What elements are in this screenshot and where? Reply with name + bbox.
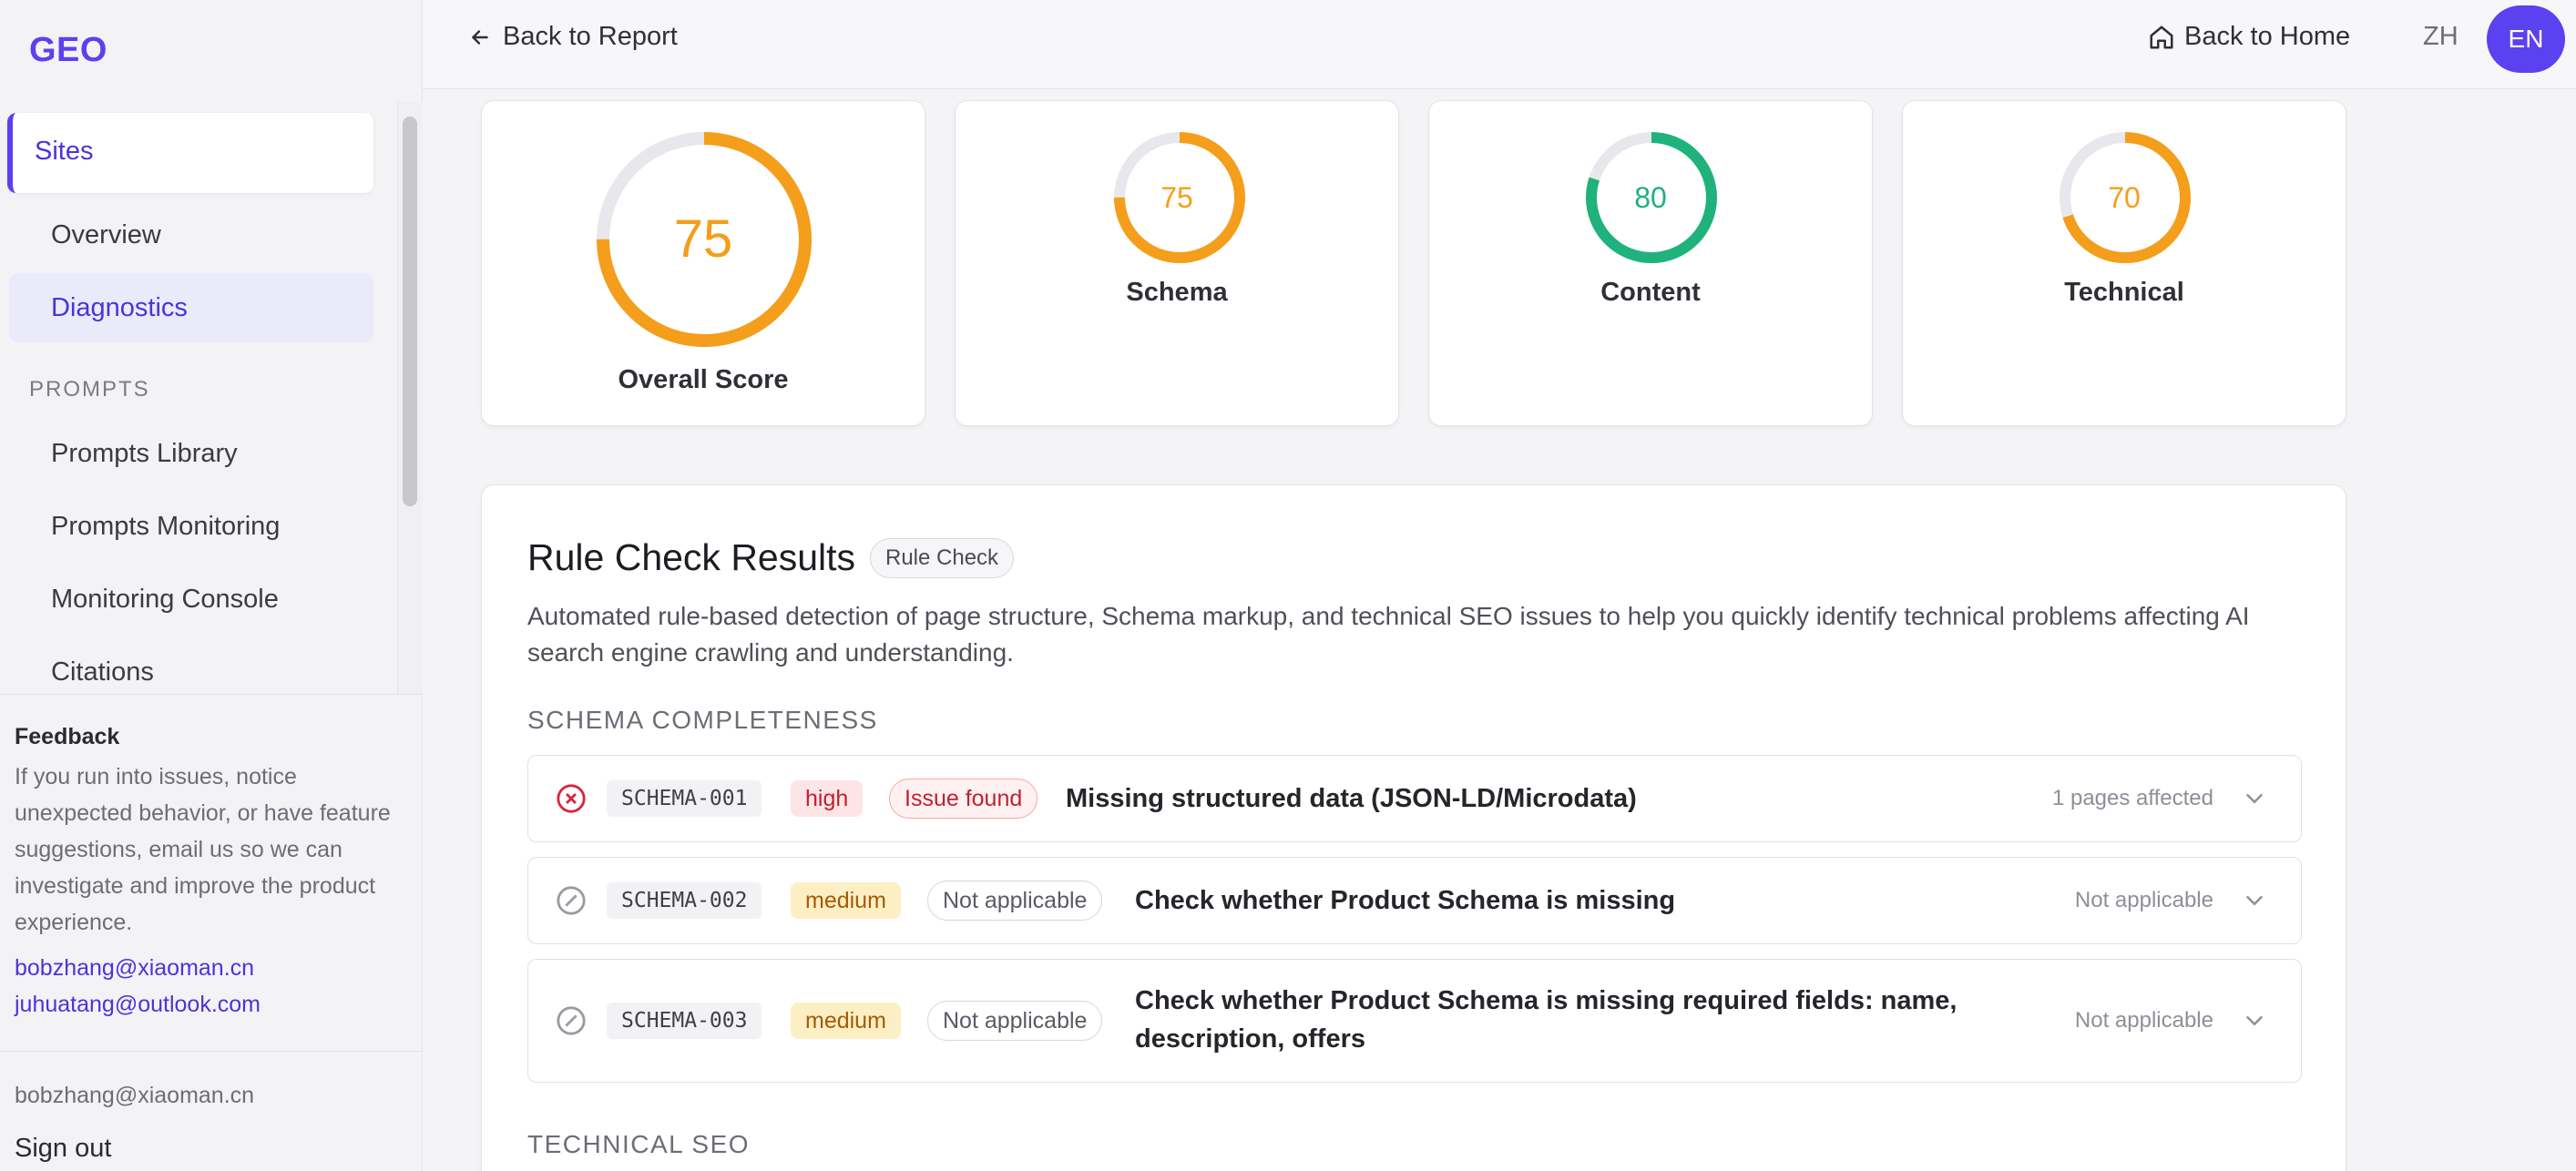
sidebar-item-prompts-library[interactable]: Prompts Library bbox=[51, 439, 238, 469]
account-email: bobzhang@xiaoman.cn bbox=[15, 1083, 255, 1108]
language-zh-button[interactable]: ZH bbox=[2423, 22, 2458, 52]
section-schema-completeness: SCHEMA COMPLETENESS bbox=[527, 706, 878, 734]
content-score-card: 80 Content bbox=[1428, 100, 1873, 426]
schema-score-value: 75 bbox=[1160, 181, 1193, 214]
home-icon bbox=[2150, 25, 2173, 48]
overall-score-label: Overall Score bbox=[618, 365, 789, 394]
sidebar-item-overview[interactable]: Overview bbox=[51, 220, 161, 250]
arrow-left-icon bbox=[472, 29, 488, 45]
top-bar: Back to Report Back to Home ZH EN bbox=[423, 0, 2576, 89]
feedback-text: If you run into issues, notice unexpecte… bbox=[15, 764, 391, 935]
overall-score-value: 75 bbox=[673, 209, 733, 269]
severity-badge: medium bbox=[791, 882, 901, 919]
content-score-value: 80 bbox=[1634, 181, 1667, 214]
back-to-home-button[interactable]: Back to Home bbox=[2148, 22, 2350, 52]
sidebar-item-label: Sites bbox=[35, 137, 94, 166]
schema-score-card: 75 Schema bbox=[955, 100, 1399, 426]
technical-score-value: 70 bbox=[2108, 181, 2141, 214]
rule-check-title: Rule Check Results bbox=[527, 536, 856, 578]
sidebar-item-citations[interactable]: Citations bbox=[51, 657, 154, 687]
overall-score-card: 75 Overall Score bbox=[481, 100, 925, 426]
not-applicable-icon bbox=[557, 886, 586, 915]
back-to-report-label: Back to Report bbox=[503, 22, 678, 51]
status-badge: Not applicable bbox=[927, 881, 1103, 921]
sidebar-item-prompts-monitoring[interactable]: Prompts Monitoring bbox=[51, 512, 280, 542]
schema-score-label: Schema bbox=[1126, 278, 1228, 307]
chevron-down-icon[interactable] bbox=[2241, 785, 2268, 812]
rule-code: SCHEMA-001 bbox=[607, 780, 762, 817]
sidebar-item-sites[interactable]: Sites bbox=[7, 113, 373, 193]
sidebar-nav: Sites Overview Diagnostics PROMPTS Promp… bbox=[0, 102, 397, 694]
sidebar: GEO Sites Overview Diagnostics PROMPTS P… bbox=[0, 0, 423, 1171]
chevron-down-icon[interactable] bbox=[2241, 1007, 2268, 1034]
rule-row-schema-001[interactable]: SCHEMA-001 high Issue found Missing stru… bbox=[527, 755, 2302, 842]
back-to-report-button[interactable]: Back to Report bbox=[468, 22, 678, 52]
status-badge: Issue found bbox=[889, 779, 1038, 819]
feedback-title: Feedback bbox=[15, 724, 120, 749]
feedback-email-link[interactable]: bobzhang@xiaoman.cn bbox=[15, 955, 254, 982]
rule-row-schema-002[interactable]: SCHEMA-002 medium Not applicable Check w… bbox=[527, 857, 2302, 944]
rule-code: SCHEMA-003 bbox=[607, 1003, 762, 1039]
rule-code: SCHEMA-002 bbox=[607, 882, 762, 919]
technical-score-card: 70 Technical bbox=[1902, 100, 2346, 426]
sidebar-scrollbar-thumb[interactable] bbox=[403, 117, 417, 506]
chevron-down-icon[interactable] bbox=[2241, 887, 2268, 914]
sidebar-item-monitoring-console[interactable]: Monitoring Console bbox=[51, 585, 279, 615]
rule-meta: Not applicable bbox=[2074, 888, 2213, 912]
account-section: bobzhang@xiaoman.cn Sign out bbox=[0, 1051, 423, 1171]
language-en-button[interactable]: EN bbox=[2487, 5, 2565, 73]
app-logo[interactable]: GEO bbox=[29, 31, 107, 70]
severity-badge: high bbox=[791, 780, 864, 817]
rule-title: Check whether Product Schema is missing bbox=[1135, 886, 1676, 915]
rule-meta: Not applicable bbox=[2074, 1008, 2213, 1033]
sign-out-button[interactable]: Sign out bbox=[15, 1134, 111, 1164]
rule-check-description: Automated rule-based detection of page s… bbox=[527, 602, 2250, 667]
technical-score-label: Technical bbox=[2064, 278, 2184, 307]
error-circle-icon bbox=[557, 784, 586, 813]
content-score-label: Content bbox=[1600, 278, 1701, 307]
sidebar-item-diagnostics[interactable]: Diagnostics bbox=[9, 273, 373, 342]
rule-meta: 1 pages affected bbox=[2051, 786, 2213, 810]
rule-check-panel: Rule Check Results Rule Check Automated … bbox=[481, 484, 2346, 1171]
feedback-section: Feedback If you run into issues, notice … bbox=[0, 694, 423, 1051]
back-to-home-label: Back to Home bbox=[2184, 22, 2351, 51]
rule-row-schema-003[interactable]: SCHEMA-003 medium Not applicable Check w… bbox=[527, 959, 2302, 1083]
feedback-email-link[interactable]: juhuatang@outlook.com bbox=[15, 992, 261, 1018]
not-applicable-icon bbox=[557, 1006, 586, 1035]
rule-check-badge: Rule Check bbox=[870, 538, 1015, 578]
status-badge: Not applicable bbox=[927, 1001, 1103, 1041]
section-technical-seo: TECHNICAL SEO bbox=[527, 1130, 751, 1158]
rule-title: Missing structured data (JSON-LD/Microda… bbox=[1066, 784, 1637, 813]
sidebar-section-prompts: PROMPTS bbox=[29, 377, 150, 402]
severity-badge: medium bbox=[791, 1003, 901, 1039]
rule-title: Check whether Product Schema is missing … bbox=[1135, 986, 1958, 1054]
